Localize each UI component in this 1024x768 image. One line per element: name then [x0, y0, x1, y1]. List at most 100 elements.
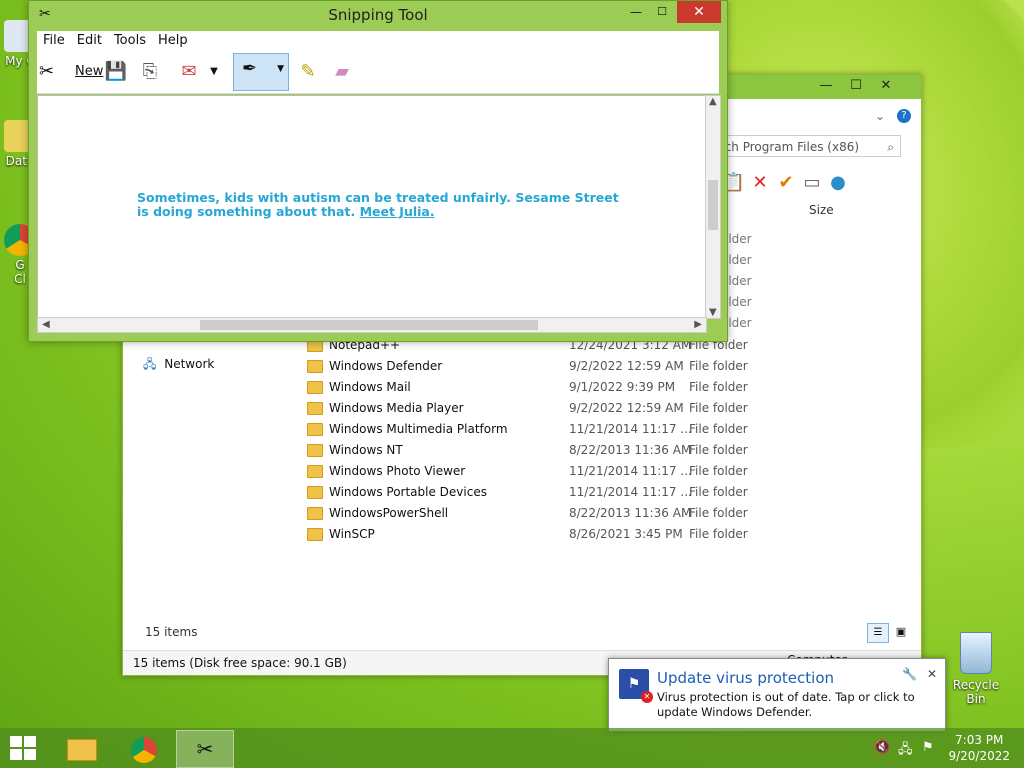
recycle-bin-icon	[960, 632, 992, 674]
table-row[interactable]: WinSCP 8/26/2021 3:45 PM File folder	[305, 524, 905, 545]
start-button[interactable]	[10, 736, 38, 760]
snip-message: Sometimes, kids with autism can be treat…	[137, 191, 627, 219]
vertical-scroll-thumb[interactable]	[708, 180, 718, 230]
table-row[interactable]: WindowsPowerShell 8/22/2013 11:36 AM File …	[305, 503, 905, 524]
search-input[interactable]: rch Program Files (x86) ⌕	[713, 135, 901, 157]
desktop-icon-recycle-bin[interactable]: Recycle Bin	[944, 632, 1008, 706]
file-name: Windows Multimedia Platform	[329, 422, 508, 436]
maximize-button[interactable]: ☐	[649, 1, 675, 23]
folder-icon	[307, 402, 323, 415]
vertical-scrollbar[interactable]: ▲ ▼	[705, 95, 721, 319]
globe-icon[interactable]: ●	[825, 171, 851, 195]
menu-tools[interactable]: Tools	[108, 31, 152, 50]
search-placeholder: rch Program Files (x86)	[720, 140, 860, 154]
large-icons-view-button[interactable]: ▣	[891, 623, 911, 641]
folder-icon	[307, 423, 323, 436]
highlighter-icon[interactable]: ✎	[295, 57, 321, 87]
send-snip-icon[interactable]: ✉	[175, 57, 203, 87]
file-name: WinSCP	[329, 527, 375, 541]
expand-ribbon-icon[interactable]: ⌄	[875, 109, 885, 123]
rename-icon[interactable]: ▭	[799, 171, 825, 195]
taskbar: ✂ 🔇 🖧 ⚑ 7:03 PM 9/20/2022	[0, 728, 1024, 768]
pen-tool-button[interactable]: ✒ ▼	[233, 53, 289, 91]
file-name: Windows Media Player	[329, 401, 464, 415]
defender-notification[interactable]: ⚑ Update virus protection Virus protecti…	[608, 658, 946, 732]
defender-flag-icon: ⚑	[619, 669, 653, 703]
table-row[interactable]: Windows Portable Devices 11/21/2014 11:17…	[305, 482, 905, 503]
close-button[interactable]: ✕	[871, 75, 901, 97]
copy-icon[interactable]: ⎘	[137, 57, 163, 87]
folder-icon	[307, 360, 323, 373]
taskbar-snipping-tool[interactable]: ✂	[176, 730, 234, 768]
table-row[interactable]: Windows NT 8/22/2013 11:36 AM File folder	[305, 440, 905, 461]
table-row[interactable]: Windows Multimedia Platform 11/21/2014 11…	[305, 419, 905, 440]
minimize-button[interactable]: —	[811, 75, 841, 97]
horizontal-scrollbar[interactable]: ◀ ▶	[37, 317, 707, 333]
eraser-icon[interactable]: ▰	[329, 57, 355, 87]
notification-body: Virus protection is out of date. Tap or …	[657, 690, 915, 719]
minimize-button[interactable]: —	[623, 1, 649, 23]
new-snip-label: New	[75, 64, 104, 79]
details-view-button[interactable]: ☰	[867, 623, 889, 643]
table-row[interactable]: Windows Media Player 9/2/2022 12:59 AM Fil…	[305, 398, 905, 419]
menu-edit[interactable]: Edit	[71, 31, 108, 50]
menu-file[interactable]: File	[37, 31, 71, 50]
action-center-flag-icon[interactable]: ⚑	[922, 740, 934, 755]
file-name: WindowsPowerShell	[329, 506, 449, 520]
delete-icon[interactable]: ✕	[747, 171, 773, 195]
file-name: Windows NT	[329, 443, 403, 457]
table-row[interactable]: Windows Photo Viewer 11/21/2014 11:17 ...…	[305, 461, 905, 482]
scroll-down-icon[interactable]: ▼	[709, 307, 717, 318]
file-type: File folder	[689, 527, 748, 541]
search-icon: ⌕	[887, 140, 894, 154]
scroll-right-icon[interactable]: ▶	[694, 319, 702, 330]
chrome-icon	[131, 736, 157, 763]
file-date: 8/22/2013 11:36 AM	[569, 443, 692, 457]
file-date: 8/22/2013 11:36 AM	[569, 506, 692, 520]
table-row[interactable]: Windows Defender 9/2/2022 12:59 AM File fo…	[305, 356, 905, 377]
file-type: File folder	[689, 359, 748, 373]
network-icon[interactable]: 🖧	[898, 740, 913, 762]
send-dropdown-icon[interactable]: ▼	[207, 57, 221, 87]
menu-help[interactable]: Help	[152, 31, 194, 50]
column-header-size[interactable]: Size	[809, 203, 834, 217]
file-date: 9/2/2022 12:59 AM	[569, 359, 684, 373]
volume-muted-icon[interactable]: 🔇	[874, 740, 890, 755]
file-list: Notepad++ 12/24/2021 3:12 AM File folder W…	[305, 335, 905, 545]
snip-canvas[interactable]: Sometimes, kids with autism can be treat…	[37, 95, 707, 319]
maximize-button[interactable]: ☐	[841, 75, 871, 97]
folder-icon	[307, 381, 323, 394]
file-date: 11/21/2014 11:17 ...	[569, 464, 692, 478]
scroll-left-icon[interactable]: ◀	[42, 319, 50, 330]
checkmark-icon[interactable]: ✔	[773, 171, 799, 195]
explorer-toolstrip: 📋 ✕ ✔ ▭ ●	[721, 171, 911, 197]
close-button[interactable]: ✕	[677, 1, 721, 23]
settings-wrench-icon[interactable]: 🔧	[902, 667, 917, 681]
meet-julia-link[interactable]: Meet Julia.	[360, 204, 435, 219]
pen-dropdown-icon[interactable]: ▼	[277, 64, 284, 74]
clock[interactable]: 7:03 PM 9/20/2022	[948, 732, 1010, 764]
file-type: File folder	[689, 443, 748, 457]
windows-logo-icon	[10, 736, 22, 747]
file-date: 9/2/2022 12:59 AM	[569, 401, 684, 415]
recycle-bin-label: Recycle Bin	[952, 678, 1000, 706]
network-icon: 🖧	[143, 357, 157, 371]
scissors-icon: ✂	[39, 61, 55, 82]
save-icon[interactable]: 💾	[103, 57, 129, 87]
file-date: 9/1/2022 9:39 PM	[569, 380, 676, 394]
help-icon[interactable]: ?	[897, 109, 911, 123]
taskbar-file-explorer[interactable]	[54, 730, 110, 766]
folder-icon	[307, 528, 323, 541]
file-name: Windows Defender	[329, 359, 443, 373]
folder-icon	[307, 507, 323, 520]
close-icon[interactable]: ✕	[927, 667, 937, 681]
scroll-up-icon[interactable]: ▲	[709, 96, 717, 107]
horizontal-scroll-thumb[interactable]	[200, 320, 538, 330]
snipping-tool-window[interactable]: ✂ Snipping Tool — ☐ ✕ File Edit Tools Help …	[28, 0, 728, 342]
file-type: File folder	[689, 506, 748, 520]
taskbar-chrome[interactable]	[116, 730, 172, 766]
file-name: Windows Portable Devices	[329, 485, 487, 499]
nav-item-network[interactable]: Network	[164, 357, 214, 371]
table-row[interactable]: Windows Mail 9/1/2022 9:39 PM File folder	[305, 377, 905, 398]
clock-time: 7:03 PM	[955, 733, 1004, 747]
